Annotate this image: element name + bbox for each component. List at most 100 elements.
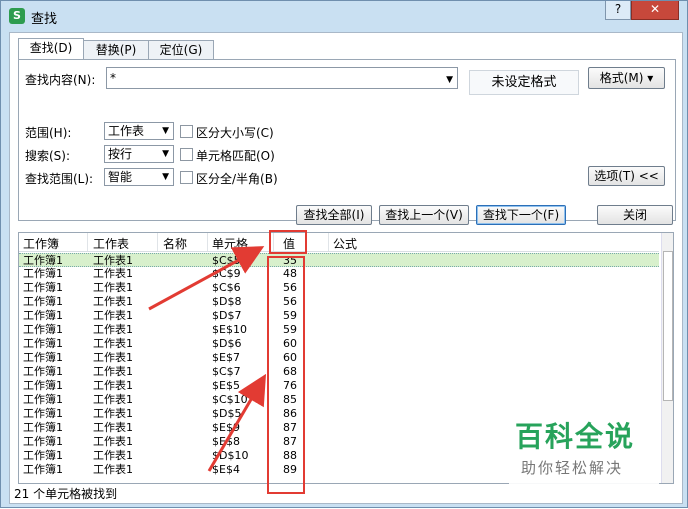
find-content-input[interactable]: * ▼: [106, 67, 458, 89]
result-workbook-cell: 工作簿1: [23, 309, 63, 322]
result-workbook-cell: 工作簿1: [23, 267, 63, 280]
options-toggle-button[interactable]: 选项(T) <<: [588, 166, 665, 186]
result-address-cell: $D$5: [212, 407, 242, 420]
result-address-cell: $C$6: [212, 281, 241, 294]
result-sheet-cell: 工作表1: [93, 393, 133, 406]
format-status-box: 未设定格式: [469, 70, 579, 95]
result-sheet-cell: 工作表1: [93, 421, 133, 434]
result-address-cell: $C$5: [212, 254, 241, 267]
find-next-button[interactable]: 查找下一个(F): [476, 205, 566, 225]
chevron-down-icon: ▼: [162, 126, 169, 136]
column-header-name[interactable]: 名称: [163, 235, 187, 252]
result-workbook-cell: 工作簿1: [23, 379, 63, 392]
tab-goto[interactable]: 定位(G): [148, 40, 214, 59]
results-header: 工作簿 工作表 名称 单元格 值 公式: [19, 233, 659, 252]
title-bar: S 查找 ? ✕: [1, 1, 687, 31]
result-workbook-cell: 工作簿1: [23, 393, 63, 406]
result-sheet-cell: 工作表1: [93, 435, 133, 448]
find-all-button[interactable]: 查找全部(I): [296, 205, 372, 225]
status-text: 21 个单元格被找到: [14, 487, 118, 501]
match-case-label: 区分大小写(C): [196, 126, 274, 140]
find-content-value: *: [110, 71, 116, 85]
result-address-cell: $E$9: [212, 421, 240, 434]
look-in-select[interactable]: 智能 ▼: [104, 168, 174, 186]
look-in-label: 查找范围(L):: [25, 172, 94, 186]
vertical-scrollbar[interactable]: [661, 233, 673, 483]
find-content-label: 查找内容(N):: [25, 73, 96, 87]
column-header-cell[interactable]: 单元格: [212, 235, 248, 252]
app-logo-icon: S: [9, 8, 25, 24]
result-workbook-cell: 工作簿1: [23, 449, 63, 462]
match-width-checkbox[interactable]: [180, 171, 193, 184]
result-address-cell: $C$7: [212, 365, 241, 378]
result-row[interactable]: 工作簿1 工作表1 $E$10 59: [19, 323, 659, 337]
column-header-workbook[interactable]: 工作簿: [23, 235, 59, 252]
help-button[interactable]: ?: [605, 1, 631, 20]
result-address-cell: $C$10: [212, 393, 248, 406]
scope-select[interactable]: 工作表 ▼: [104, 122, 174, 140]
result-row[interactable]: 工作簿1 工作表1 $C$5 35: [19, 253, 659, 267]
result-sheet-cell: 工作表1: [93, 407, 133, 420]
result-workbook-cell: 工作簿1: [23, 421, 63, 434]
chevron-down-icon: ▼: [162, 172, 169, 182]
match-cell-checkbox[interactable]: [180, 148, 193, 161]
result-address-cell: $C$9: [212, 267, 241, 280]
format-button[interactable]: 格式(M) ▾: [588, 67, 665, 89]
result-row[interactable]: 工作簿1 工作表1 $C$6 56: [19, 281, 659, 295]
column-header-formula[interactable]: 公式: [333, 235, 357, 252]
result-workbook-cell: 工作簿1: [23, 254, 63, 267]
result-row[interactable]: 工作簿1 工作表1 $C$9 48: [19, 267, 659, 281]
result-workbook-cell: 工作簿1: [23, 463, 63, 476]
watermark-subtitle: 助你轻松解决: [521, 459, 624, 477]
result-workbook-cell: 工作簿1: [23, 351, 63, 364]
result-sheet-cell: 工作表1: [93, 309, 133, 322]
result-sheet-cell: 工作表1: [93, 267, 133, 280]
column-divider[interactable]: [328, 233, 329, 251]
result-row[interactable]: 工作簿1 工作表1 $C$10 85: [19, 393, 659, 407]
close-button[interactable]: 关闭: [597, 205, 673, 225]
chevron-down-icon[interactable]: ▼: [446, 70, 453, 90]
close-window-button[interactable]: ✕: [631, 1, 679, 20]
watermark: 百科全说 助你轻松解决: [509, 409, 659, 485]
tab-find[interactable]: 查找(D): [18, 38, 84, 59]
watermark-title: 百科全说: [515, 420, 636, 453]
column-divider[interactable]: [87, 233, 88, 251]
result-address-cell: $D$10: [212, 449, 249, 462]
value-column-highlight: [267, 256, 305, 494]
match-case-checkbox[interactable]: [180, 125, 193, 138]
chevron-down-icon: ▼: [162, 149, 169, 159]
match-width-label: 区分全/半角(B): [196, 172, 278, 186]
result-workbook-cell: 工作簿1: [23, 365, 63, 378]
result-workbook-cell: 工作簿1: [23, 337, 63, 350]
column-divider[interactable]: [157, 233, 158, 251]
column-divider[interactable]: [207, 233, 208, 251]
result-sheet-cell: 工作表1: [93, 295, 133, 308]
result-address-cell: $E$10: [212, 323, 247, 336]
result-address-cell: $D$6: [212, 337, 242, 350]
search-order-select[interactable]: 按行 ▼: [104, 145, 174, 163]
result-sheet-cell: 工作表1: [93, 379, 133, 392]
result-row[interactable]: 工作簿1 工作表1 $E$7 60: [19, 351, 659, 365]
result-row[interactable]: 工作簿1 工作表1 $D$7 59: [19, 309, 659, 323]
result-workbook-cell: 工作簿1: [23, 435, 63, 448]
result-workbook-cell: 工作簿1: [23, 407, 63, 420]
column-header-sheet[interactable]: 工作表: [93, 235, 129, 252]
result-address-cell: $E$7: [212, 351, 240, 364]
scrollbar-thumb[interactable]: [663, 251, 673, 401]
result-row[interactable]: 工作簿1 工作表1 $D$8 56: [19, 295, 659, 309]
result-row[interactable]: 工作簿1 工作表1 $C$7 68: [19, 365, 659, 379]
result-sheet-cell: 工作表1: [93, 337, 133, 350]
result-row[interactable]: 工作簿1 工作表1 $D$6 60: [19, 337, 659, 351]
tab-replace[interactable]: 替换(P): [83, 40, 149, 59]
find-dialog-window: S 查找 ? ✕ 查找(D) 替换(P) 定位(G) 查找内容(N): * ▼ …: [0, 0, 688, 508]
result-row[interactable]: 工作簿1 工作表1 $E$5 76: [19, 379, 659, 393]
result-workbook-cell: 工作簿1: [23, 281, 63, 294]
result-address-cell: $D$8: [212, 295, 242, 308]
value-header-highlight: [269, 230, 307, 254]
find-previous-button[interactable]: 查找上一个(V): [379, 205, 469, 225]
result-sheet-cell: 工作表1: [93, 351, 133, 364]
search-order-value: 按行: [108, 147, 133, 161]
result-sheet-cell: 工作表1: [93, 281, 133, 294]
scope-label: 范围(H):: [25, 126, 72, 140]
search-order-label: 搜索(S):: [25, 149, 71, 163]
